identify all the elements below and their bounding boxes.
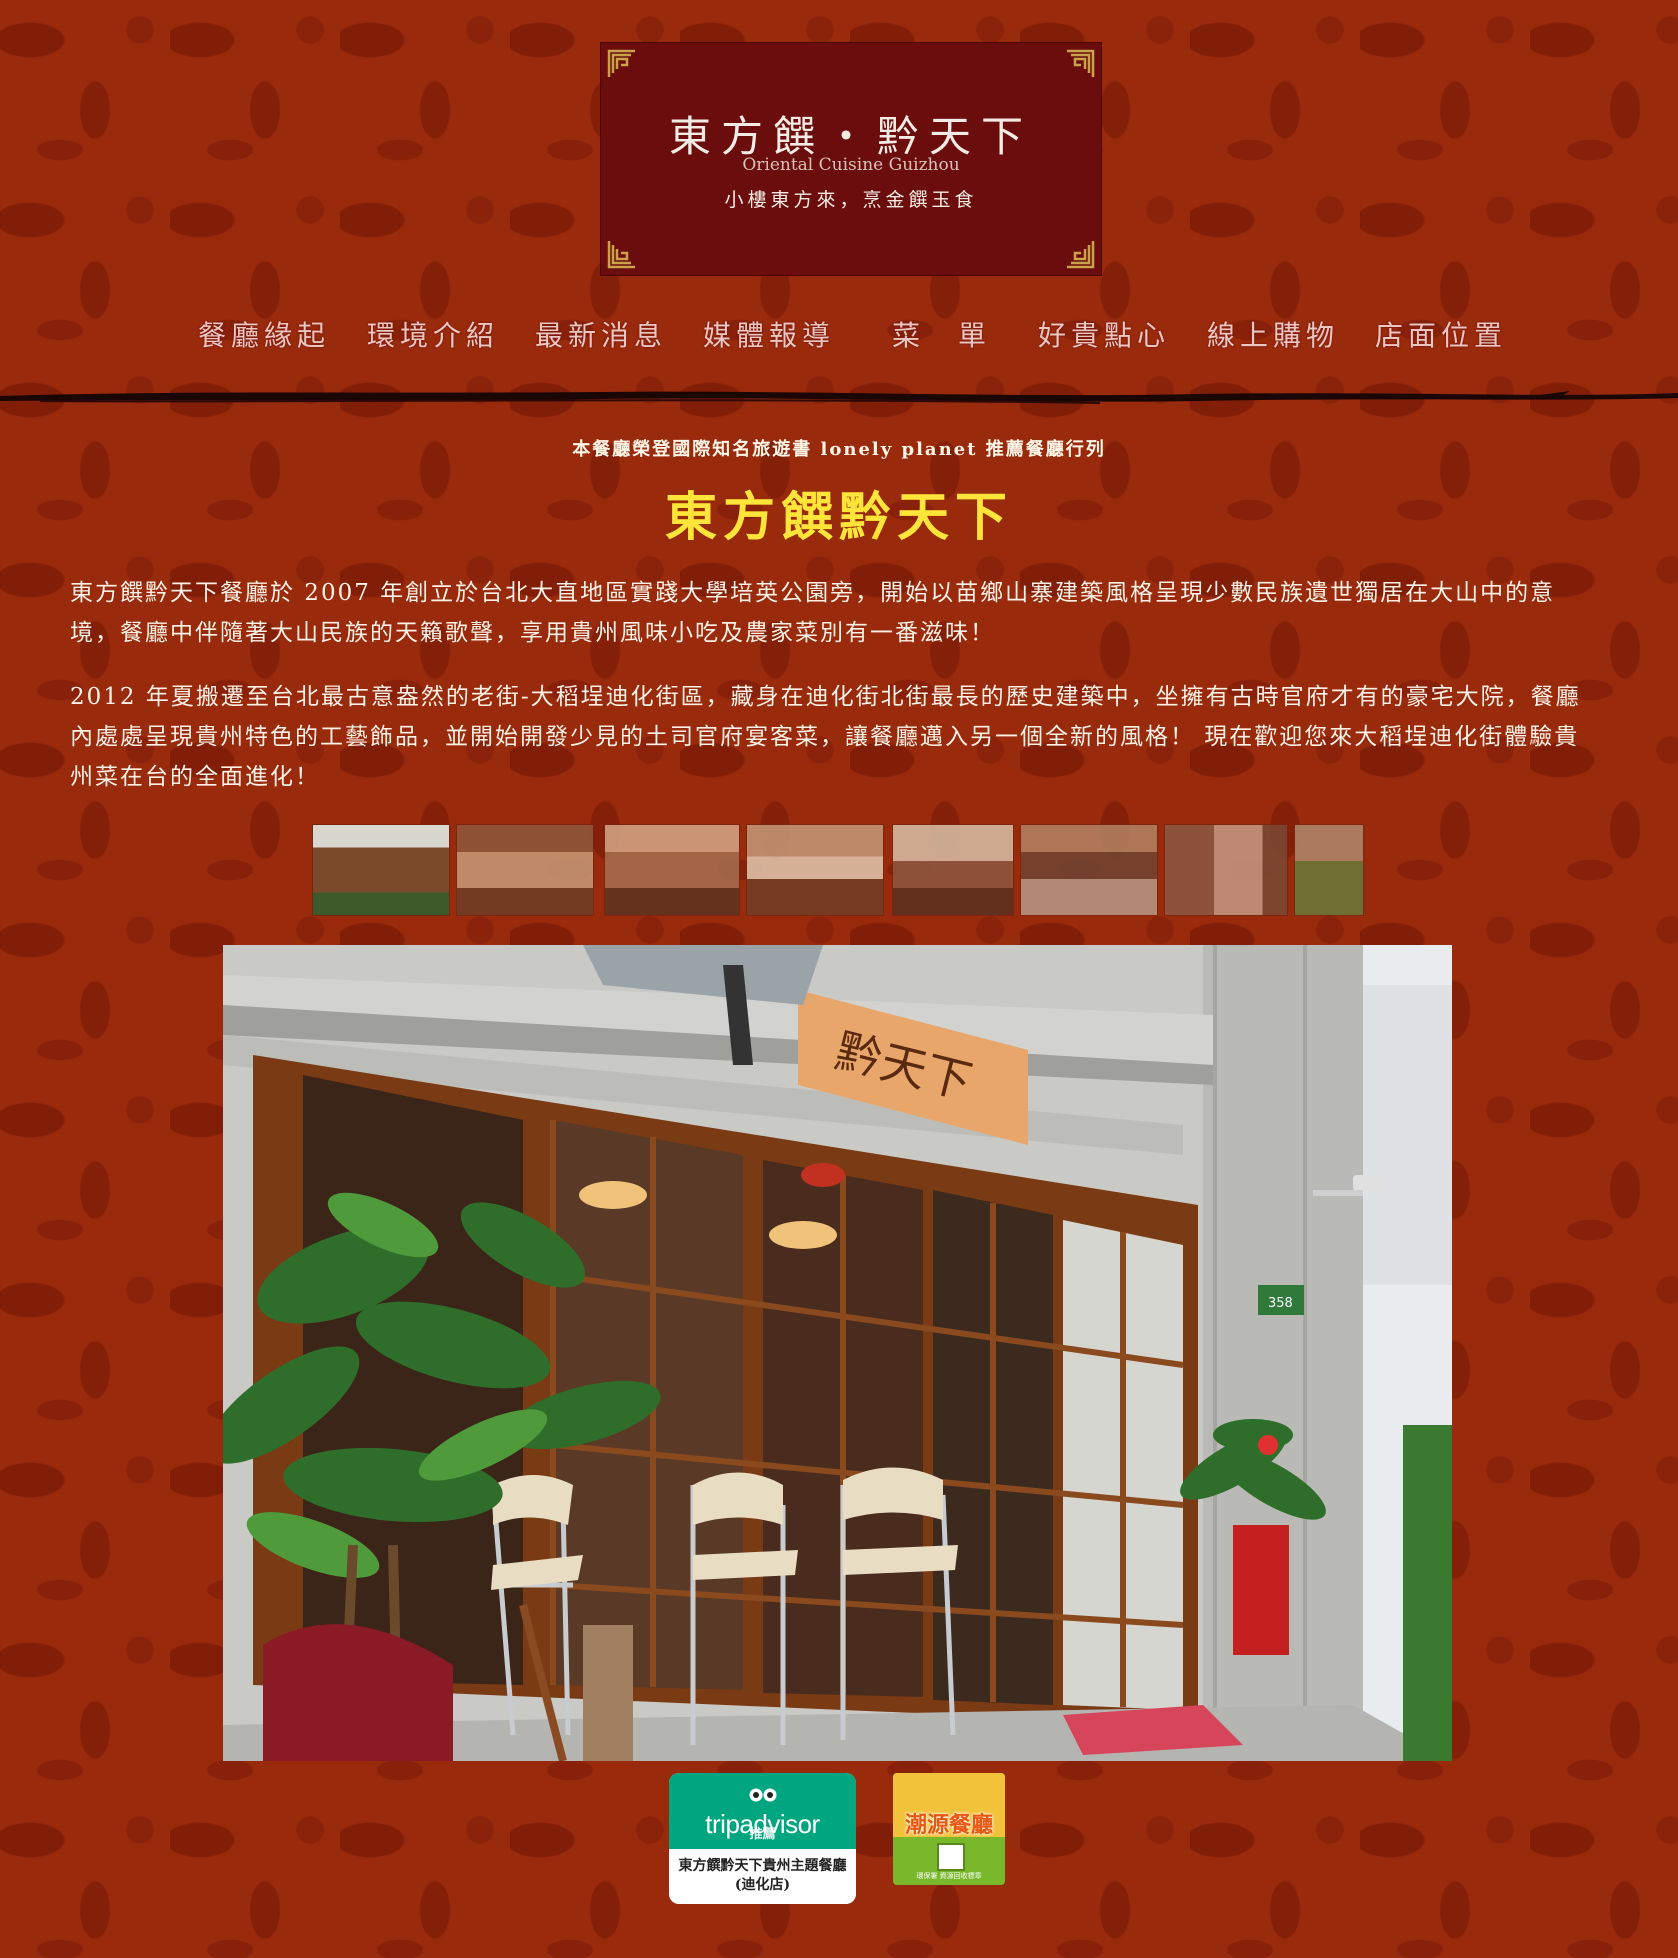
nav-item-dim-sum[interactable]: 好貴點心 (1038, 314, 1170, 354)
history-paragraph: 2012 年夏搬遷至台北最古意盎然的老街-大稻埕迪化街區，藏身在迪化街北街最長的… (70, 684, 1581, 790)
eco-restaurant-badge[interactable]: 潮源餐廳 環保署 資源回收標章 (893, 1773, 1005, 1885)
eco-badge-label: 潮源餐廳 (904, 1812, 993, 1838)
corner-ornament (607, 49, 637, 79)
nav-item-environment[interactable]: 環境介紹 (367, 314, 499, 354)
thumbnail-street-view[interactable] (1020, 824, 1158, 916)
intro-paragraph: 東方饌黔天下餐廳於 2007 年創立於台北大直地區實踐大學培英公園旁，開始以苗鄉… (70, 580, 1556, 646)
nav-item-shop[interactable]: 線上購物 (1207, 314, 1339, 354)
thumbnail-alley-view[interactable] (1164, 824, 1288, 916)
logo-slogan: 小樓東方來，烹金饌玉食 (724, 189, 978, 211)
tagline: 本餐廳榮登國際知名旅遊書 lonely planet 推薦餐廳行列 (572, 439, 1106, 460)
corner-ornament (1065, 239, 1095, 269)
corner-ornament (1065, 49, 1095, 79)
nav-item-media[interactable]: 媒體報導 (703, 314, 835, 354)
thumbnail-garden[interactable] (1294, 824, 1364, 916)
logo-subtitle: Oriental Cuisine Guizhou (742, 155, 960, 175)
storefront-photo: 黔天下 358 (223, 945, 1452, 1761)
main-nav: 餐廳緣起 環境介紹 最新消息 媒體報導 菜 單 好貴點心 線上購物 店面位置 (190, 314, 1502, 360)
brush-divider (0, 386, 1678, 408)
nav-item-origin[interactable]: 餐廳緣起 (198, 314, 330, 354)
thumbnail-dining-room[interactable] (604, 824, 740, 916)
nav-item-location[interactable]: 店面位置 (1375, 314, 1507, 354)
nav-item-menu[interactable]: 菜 單 (892, 314, 991, 354)
tripadvisor-recommend: 推薦 (749, 1827, 776, 1842)
thumbnail-lounge[interactable] (892, 824, 1014, 916)
tripadvisor-owl-icon (747, 1787, 779, 1803)
thumbnail-gallery (312, 824, 1364, 916)
thumbnail-dining-hall[interactable] (456, 824, 594, 916)
site-logo[interactable]: 東方饌・黔天下 Oriental Cuisine Guizhou 小樓東方來，烹… (600, 42, 1102, 276)
page-title: 東方饌黔天下 (664, 487, 1013, 548)
qr-code-icon (937, 1843, 965, 1871)
corner-ornament (607, 239, 637, 269)
thumbnail-storefront[interactable] (312, 824, 450, 916)
tripadvisor-badge[interactable]: tripadvisor 推薦 東方饌黔天下貴州主題餐廳(迪化店) (669, 1773, 856, 1904)
thumbnail-banquet-room[interactable] (746, 824, 884, 916)
address-plate: 358 (1268, 1296, 1293, 1311)
eco-badge-footer: 環保署 資源回收標章 (916, 1872, 982, 1880)
tripadvisor-restaurant-name: 東方饌黔天下貴州主題餐廳(迪化店) (678, 1858, 847, 1893)
nav-item-news[interactable]: 最新消息 (535, 314, 667, 354)
